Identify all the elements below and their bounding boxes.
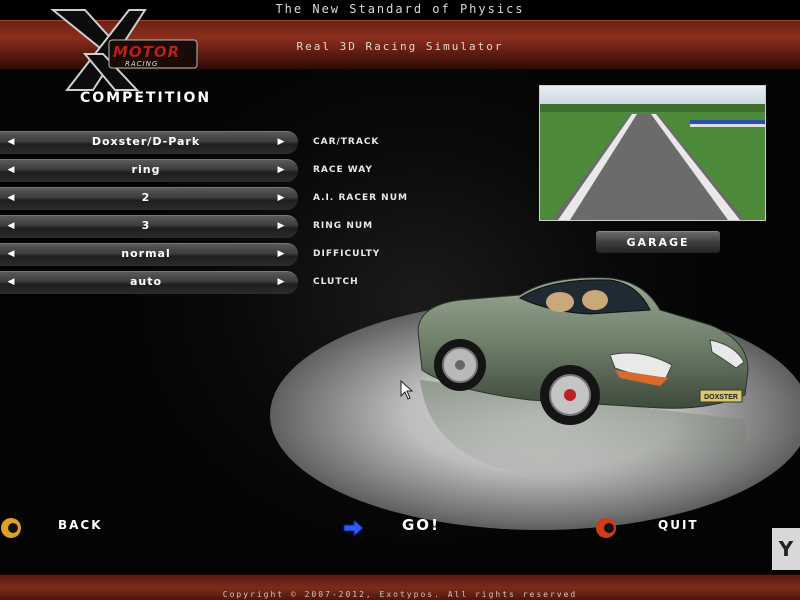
option-label: DIFFICULTY bbox=[313, 249, 381, 259]
car-plate-text: DOXSTER bbox=[704, 394, 738, 401]
option-value: 3 bbox=[141, 219, 151, 232]
option-row-ring-num: ◀ 3 ▶ RING NUM bbox=[0, 215, 420, 238]
prev-arrow-icon[interactable]: ◀ bbox=[0, 131, 22, 153]
option-row-difficulty: ◀ normal ▶ DIFFICULTY bbox=[0, 243, 420, 266]
mouse-cursor-icon bbox=[400, 380, 414, 400]
quit-icon bbox=[596, 518, 616, 538]
option-row-race-way: ◀ ring ▶ RACE WAY bbox=[0, 159, 420, 182]
next-arrow-icon[interactable]: ▶ bbox=[270, 131, 292, 153]
option-label: RACE WAY bbox=[313, 165, 373, 175]
copyright-text: Copyright © 2007-2012, Exotypos. All rig… bbox=[222, 590, 578, 599]
quit-label: QUIT bbox=[658, 518, 699, 532]
arrow-right-icon bbox=[343, 518, 364, 538]
option-row-ai-racer-num: ◀ 2 ▶ A.I. RACER NUM bbox=[0, 187, 420, 210]
back-button[interactable]: BACK bbox=[0, 514, 110, 542]
quit-button[interactable]: QUIT bbox=[595, 514, 705, 542]
prev-arrow-icon[interactable]: ◀ bbox=[0, 159, 22, 181]
track-preview-image bbox=[540, 86, 765, 220]
option-value: auto bbox=[129, 275, 163, 288]
option-value: 2 bbox=[141, 191, 151, 204]
option-label: RING NUM bbox=[313, 221, 374, 231]
go-button[interactable]: GO! bbox=[342, 514, 452, 542]
logo-subtext: RACING bbox=[125, 60, 159, 68]
prev-arrow-icon[interactable]: ◀ bbox=[0, 215, 22, 237]
go-label: GO! bbox=[402, 516, 440, 534]
option-value: Doxster/D-Park bbox=[91, 135, 201, 148]
logo-wordmark: MOTOR bbox=[113, 43, 181, 61]
option-row-car-track: ◀ Doxster/D-Park ▶ CAR/TRACK bbox=[0, 131, 420, 154]
next-arrow-icon[interactable]: ▶ bbox=[270, 187, 292, 209]
option-value: ring bbox=[131, 163, 161, 176]
game-menu-screen: The New Standard of Physics Real 3D Raci… bbox=[0, 0, 800, 600]
prev-arrow-icon[interactable]: ◀ bbox=[0, 271, 22, 293]
next-arrow-icon[interactable]: ▶ bbox=[270, 215, 292, 237]
next-arrow-icon[interactable]: ▶ bbox=[270, 159, 292, 181]
option-row-clutch: ◀ auto ▶ CLUTCH bbox=[0, 271, 420, 294]
back-icon bbox=[1, 518, 21, 538]
prev-arrow-icon[interactable]: ◀ bbox=[0, 243, 22, 265]
next-arrow-icon[interactable]: ▶ bbox=[270, 243, 292, 265]
option-label: A.I. RACER NUM bbox=[313, 193, 408, 203]
car-model: DOXSTER bbox=[410, 270, 755, 490]
garage-button[interactable]: GARAGE bbox=[596, 231, 720, 253]
option-value: normal bbox=[121, 247, 171, 260]
option-label: CLUTCH bbox=[313, 277, 359, 287]
section-title: COMPETITION bbox=[80, 90, 212, 106]
prev-arrow-icon[interactable]: ◀ bbox=[0, 187, 22, 209]
car-icon: DOXSTER bbox=[417, 277, 749, 485]
option-label: CAR/TRACK bbox=[313, 137, 380, 147]
subtitle: Real 3D Racing Simulator bbox=[296, 40, 504, 53]
corner-badge: Y bbox=[772, 528, 800, 570]
logo: MOTOR RACING bbox=[45, 6, 205, 92]
track-preview bbox=[539, 85, 766, 221]
next-arrow-icon[interactable]: ▶ bbox=[270, 271, 292, 293]
back-label: BACK bbox=[58, 518, 103, 532]
